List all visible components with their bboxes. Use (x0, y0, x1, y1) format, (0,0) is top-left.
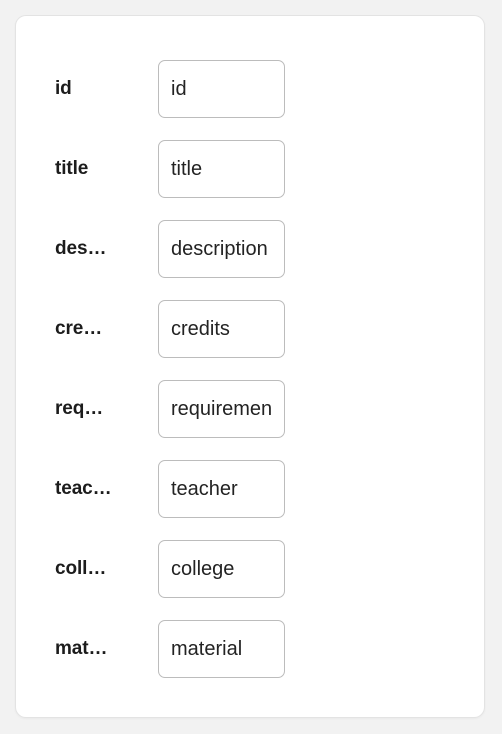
field-input-credits[interactable] (158, 300, 285, 358)
field-row: title (55, 140, 315, 198)
field-label-credits: cre… (55, 318, 103, 339)
field-row: des… (55, 220, 315, 278)
field-label-id: id (55, 78, 72, 99)
field-input-material[interactable] (158, 620, 285, 678)
field-label-teacher: teac… (55, 478, 112, 499)
field-input-college[interactable] (158, 540, 285, 598)
field-row: coll… (55, 540, 315, 598)
form-card: id title des… cre… req… teac… coll… mat… (15, 15, 485, 718)
field-row: mat… (55, 620, 315, 678)
field-input-title[interactable] (158, 140, 285, 198)
field-label-title: title (55, 158, 89, 179)
field-input-requirements[interactable] (158, 380, 285, 438)
field-row: cre… (55, 300, 315, 358)
field-label-college: coll… (55, 558, 107, 579)
field-input-teacher[interactable] (158, 460, 285, 518)
field-input-id[interactable] (158, 60, 285, 118)
field-label-requirements: req… (55, 398, 104, 419)
field-row: teac… (55, 460, 315, 518)
field-row: req… (55, 380, 315, 438)
field-row: id (55, 60, 315, 118)
field-input-description[interactable] (158, 220, 285, 278)
field-label-description: des… (55, 238, 107, 259)
field-label-material: mat… (55, 638, 108, 659)
